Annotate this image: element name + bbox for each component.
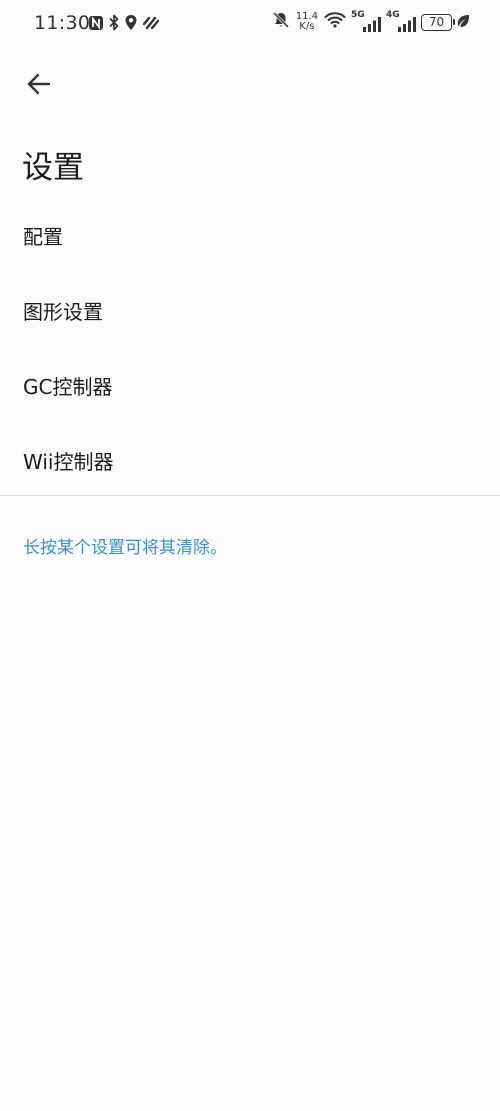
bluetooth-icon: [108, 14, 120, 35]
mute-bell-icon: [272, 11, 290, 33]
app-notification-icon: [142, 15, 160, 35]
settings-item-label: 图形设置: [23, 300, 103, 324]
location-icon: [124, 14, 138, 35]
settings-item-gc-controller[interactable]: GC控制器: [0, 348, 500, 423]
battery-saver-leaf-icon: [457, 13, 470, 32]
status-left-icons: [88, 14, 160, 35]
signal-5g: 5G: [351, 11, 381, 33]
signal-bars-icon: [398, 17, 416, 32]
settings-item-wii-controller[interactable]: Wii控制器: [0, 423, 500, 498]
settings-item-label: GC控制器: [23, 375, 113, 399]
battery-level: 70: [428, 15, 445, 29]
nfc-icon: [88, 15, 104, 35]
status-time: 11:30: [34, 12, 91, 34]
settings-list: 配置 图形设置 GC控制器 Wii控制器: [0, 198, 500, 498]
divider: [0, 495, 500, 496]
arrow-left-icon: [25, 70, 53, 102]
page-title: 设置: [22, 150, 84, 186]
status-bar: 11:30 11.4 K/s 5G 4G 70: [0, 0, 500, 46]
back-button[interactable]: [20, 67, 58, 105]
hint-text: 长按某个设置可将其清除。: [23, 538, 227, 558]
wifi-icon: [324, 11, 346, 33]
settings-item-label: 配置: [23, 225, 63, 249]
status-right-icons: 11.4 K/s 5G 4G 70: [272, 11, 470, 33]
settings-item-config[interactable]: 配置: [0, 198, 500, 273]
settings-item-label: Wii控制器: [23, 450, 114, 474]
network-speed: 11.4 K/s: [296, 12, 318, 32]
settings-item-graphics[interactable]: 图形设置: [0, 273, 500, 348]
network-speed-unit: K/s: [299, 21, 315, 32]
battery-icon: 70: [421, 13, 455, 31]
signal-4g: 4G: [386, 11, 416, 33]
signal-bars-icon: [363, 17, 381, 32]
